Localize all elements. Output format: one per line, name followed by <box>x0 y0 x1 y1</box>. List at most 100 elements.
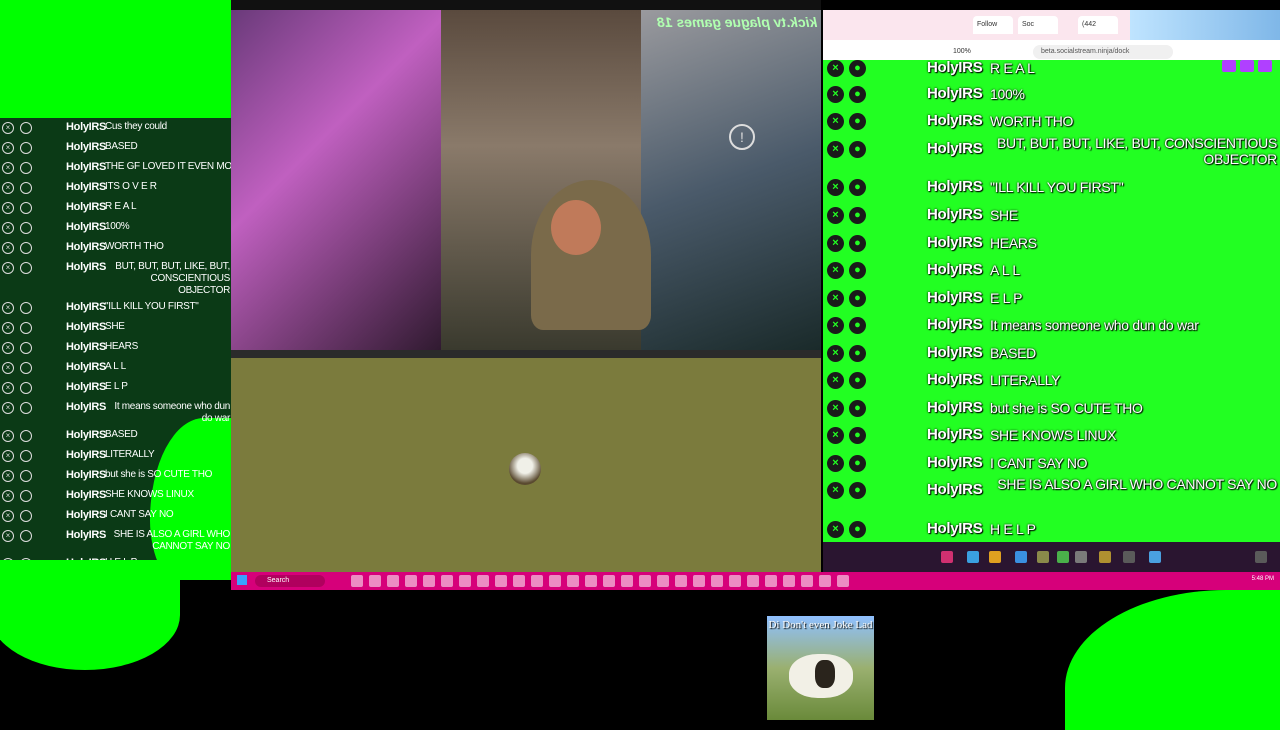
user-icon[interactable] <box>20 122 32 134</box>
user-icon[interactable]: ● <box>849 290 866 307</box>
close-icon[interactable]: × <box>2 302 14 314</box>
user-icon[interactable] <box>20 222 32 234</box>
app-icon[interactable] <box>369 575 381 587</box>
filter-icon[interactable] <box>1015 551 1027 563</box>
settings-icon[interactable] <box>1075 551 1087 563</box>
close-icon[interactable]: × <box>2 530 14 542</box>
close-icon[interactable]: × <box>827 113 844 130</box>
close-icon[interactable]: × <box>2 490 14 502</box>
close-icon[interactable]: × <box>827 235 844 252</box>
close-icon[interactable]: × <box>2 362 14 374</box>
user-icon[interactable]: ● <box>849 427 866 444</box>
close-icon[interactable]: × <box>2 262 14 274</box>
user-icon[interactable]: ● <box>849 207 866 224</box>
user-icon[interactable] <box>20 202 32 214</box>
app-icon[interactable] <box>441 575 453 587</box>
close-icon[interactable]: × <box>2 470 14 482</box>
app-icon[interactable] <box>729 575 741 587</box>
refresh-icon[interactable] <box>1057 551 1069 563</box>
user-icon[interactable]: ● <box>849 521 866 538</box>
app-icon[interactable] <box>765 575 777 587</box>
user-icon[interactable] <box>20 302 32 314</box>
app-icon[interactable] <box>477 575 489 587</box>
app-icon[interactable] <box>837 575 849 587</box>
user-icon[interactable] <box>20 242 32 254</box>
close-icon[interactable]: × <box>827 60 844 77</box>
app-icon[interactable] <box>531 575 543 587</box>
pause-icon[interactable] <box>941 551 953 563</box>
user-icon[interactable] <box>20 402 32 414</box>
user-icon[interactable]: ● <box>849 400 866 417</box>
app-icon[interactable] <box>621 575 633 587</box>
close-icon[interactable]: × <box>827 521 844 538</box>
close-icon[interactable]: × <box>2 222 14 234</box>
taskbar-search[interactable]: Search <box>255 575 325 587</box>
user-icon[interactable] <box>20 182 32 194</box>
close-icon[interactable]: × <box>2 202 14 214</box>
user-icon[interactable] <box>20 470 32 482</box>
close-icon[interactable]: × <box>827 86 844 103</box>
close-icon[interactable]: × <box>2 242 14 254</box>
close-icon[interactable]: × <box>2 182 14 194</box>
user-icon[interactable]: ● <box>849 262 866 279</box>
user-icon[interactable]: ● <box>849 372 866 389</box>
user-icon[interactable]: ● <box>849 317 866 334</box>
close-icon[interactable]: × <box>2 322 14 334</box>
app-icon[interactable] <box>549 575 561 587</box>
close-icon[interactable]: × <box>2 142 14 154</box>
close-icon[interactable]: × <box>2 402 14 414</box>
window-titlebar[interactable] <box>231 0 821 10</box>
close-icon[interactable]: × <box>2 510 14 522</box>
collapse-icon[interactable] <box>1255 551 1267 563</box>
app-icon[interactable] <box>747 575 759 587</box>
user-icon[interactable]: ● <box>849 455 866 472</box>
close-icon[interactable]: × <box>827 427 844 444</box>
close-icon[interactable]: × <box>2 382 14 394</box>
app-icon[interactable] <box>585 575 597 587</box>
close-icon[interactable]: × <box>827 345 844 362</box>
windows-start-icon[interactable] <box>237 575 247 585</box>
app-icon[interactable] <box>639 575 651 587</box>
user-icon[interactable]: ● <box>849 482 866 499</box>
user-icon[interactable]: ● <box>849 113 866 130</box>
close-icon[interactable]: × <box>2 162 14 174</box>
app-icon[interactable] <box>423 575 435 587</box>
app-icon[interactable] <box>459 575 471 587</box>
close-icon[interactable]: × <box>2 450 14 462</box>
browser-tab[interactable]: Follow <box>973 16 1013 34</box>
close-icon[interactable]: × <box>827 179 844 196</box>
user-icon[interactable] <box>20 362 32 374</box>
user-icon[interactable]: ● <box>849 60 866 77</box>
close-icon[interactable]: × <box>2 430 14 442</box>
close-icon[interactable]: × <box>827 400 844 417</box>
user-icon[interactable] <box>20 342 32 354</box>
app-icon[interactable] <box>495 575 507 587</box>
user-icon[interactable] <box>20 450 32 462</box>
user-icon[interactable] <box>20 530 32 542</box>
user-icon[interactable]: ● <box>849 141 866 158</box>
broom-icon[interactable] <box>1099 551 1111 563</box>
app-icon[interactable] <box>801 575 813 587</box>
app-icon[interactable] <box>693 575 705 587</box>
close-icon[interactable]: × <box>827 262 844 279</box>
close-icon[interactable]: × <box>827 317 844 334</box>
close-icon[interactable]: × <box>827 482 844 499</box>
close-icon[interactable]: × <box>827 141 844 158</box>
browser-tab[interactable]: Soc <box>1018 16 1058 34</box>
chat-icon[interactable] <box>967 551 979 563</box>
user-icon[interactable] <box>20 510 32 522</box>
user-icon[interactable] <box>20 142 32 154</box>
user-icon[interactable] <box>20 382 32 394</box>
user-icon[interactable]: ● <box>849 86 866 103</box>
user-icon[interactable]: ● <box>849 235 866 252</box>
app-icon[interactable] <box>711 575 723 587</box>
app-icon[interactable] <box>351 575 363 587</box>
close-icon[interactable]: × <box>827 372 844 389</box>
emoji-icon[interactable] <box>1037 551 1049 563</box>
taskbar-clock[interactable]: 5:48 PM <box>1252 576 1274 582</box>
app-icon[interactable] <box>675 575 687 587</box>
user-icon[interactable]: ● <box>849 179 866 196</box>
user-icon[interactable]: ● <box>849 345 866 362</box>
app-icon[interactable] <box>513 575 525 587</box>
speaker-icon[interactable] <box>1149 551 1161 563</box>
